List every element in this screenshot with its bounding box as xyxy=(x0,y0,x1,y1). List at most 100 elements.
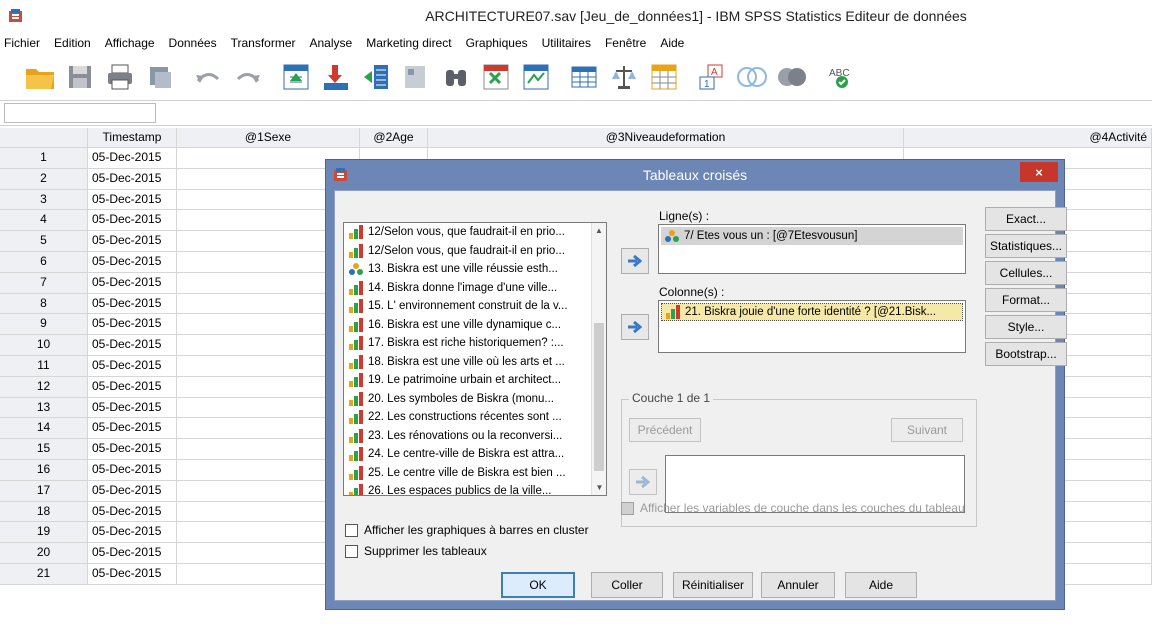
column-header-niveau[interactable]: @3Niveaudeformation xyxy=(428,128,904,147)
variable-list-item[interactable]: 23. Les rénovations ou la reconversi... xyxy=(344,427,590,446)
ok-button[interactable]: OK xyxy=(501,572,575,598)
menu-donnees[interactable]: Données xyxy=(162,36,224,50)
row-number[interactable]: 15 xyxy=(0,439,88,459)
cell-timestamp[interactable]: 05-Dec-2015 xyxy=(88,543,177,563)
cell-timestamp[interactable]: 05-Dec-2015 xyxy=(88,189,177,210)
cells-button[interactable]: Cellules... xyxy=(985,261,1067,285)
menu-edition[interactable]: Edition xyxy=(47,36,98,50)
row-number[interactable]: 17 xyxy=(0,480,88,501)
cell-timestamp[interactable]: 05-Dec-2015 xyxy=(88,501,177,522)
dialog-recall-icon[interactable] xyxy=(142,59,178,95)
variable-list-item[interactable]: 15. L' environnement construit de la v..… xyxy=(344,297,590,316)
menu-affichage[interactable]: Affichage xyxy=(98,36,162,50)
style-button[interactable]: Style... xyxy=(985,315,1067,339)
row-number[interactable]: 6 xyxy=(0,251,88,272)
row-number[interactable]: 12 xyxy=(0,376,88,397)
format-button[interactable]: Format... xyxy=(985,288,1067,312)
goto-case-icon[interactable] xyxy=(278,59,314,95)
weight-cases-icon[interactable] xyxy=(606,59,642,95)
show-all-variables-icon[interactable] xyxy=(774,59,810,95)
cell-timestamp[interactable]: 05-Dec-2015 xyxy=(88,480,177,501)
variable-list-item[interactable]: 14. Biskra donne l'image d'une ville... xyxy=(344,279,590,298)
next-layer-button[interactable]: Suivant xyxy=(891,418,963,442)
close-icon[interactable]: × xyxy=(1020,162,1058,182)
columns-target-item[interactable]: 21. Biskra jouie d'une forte identité ? … xyxy=(661,303,963,321)
row-number[interactable]: 1 xyxy=(0,148,88,168)
row-number[interactable]: 10 xyxy=(0,335,88,355)
cell-timestamp[interactable]: 05-Dec-2015 xyxy=(88,418,177,439)
bootstrap-button[interactable]: Bootstrap... xyxy=(985,342,1067,366)
checkbox-box[interactable] xyxy=(621,501,634,515)
menu-utilitaires[interactable]: Utilitaires xyxy=(535,36,598,50)
cancel-button[interactable]: Annuler xyxy=(761,572,835,598)
row-number[interactable]: 3 xyxy=(0,189,88,210)
help-button[interactable]: Aide xyxy=(845,572,917,598)
menu-analyse[interactable]: Analyse xyxy=(303,36,360,50)
checkbox-box[interactable] xyxy=(345,523,358,537)
variable-list-item[interactable]: 12/Selon vous, que faudrait-il en prio..… xyxy=(344,223,590,242)
exact-button[interactable]: Exact... xyxy=(985,207,1067,231)
cell-timestamp[interactable]: 05-Dec-2015 xyxy=(88,231,177,251)
row-number[interactable]: 19 xyxy=(0,522,88,543)
menu-marketing-direct[interactable]: Marketing direct xyxy=(359,36,458,50)
column-header-age[interactable]: @2Age xyxy=(360,128,428,147)
menu-fichier[interactable]: Fichier xyxy=(0,36,47,50)
row-number[interactable]: 13 xyxy=(0,397,88,418)
variable-list-item[interactable]: 18. Biskra est une ville où les arts et … xyxy=(344,353,590,372)
find-icon[interactable] xyxy=(438,59,474,95)
insert-cases-icon[interactable] xyxy=(478,59,514,95)
show-layer-variables-checkbox[interactable]: Afficher les variables de couche dans le… xyxy=(621,501,965,515)
row-number[interactable]: 4 xyxy=(0,210,88,231)
scrollbar-thumb[interactable] xyxy=(594,323,604,471)
variable-list-item[interactable]: 25. Le centre ville de Biskra est bien .… xyxy=(344,464,590,483)
select-cases-icon[interactable] xyxy=(646,59,682,95)
cell-timestamp[interactable]: 05-Dec-2015 xyxy=(88,376,177,397)
cell-content-box[interactable] xyxy=(158,103,1148,123)
cluster-bar-charts-checkbox[interactable]: Afficher les graphiques à barres en clus… xyxy=(345,523,589,537)
value-labels-icon[interactable]: A1 xyxy=(694,59,730,95)
redo-icon[interactable] xyxy=(230,59,266,95)
column-header-activite[interactable]: @4Activité xyxy=(904,128,1152,147)
paste-button[interactable]: Coller xyxy=(591,572,663,598)
columns-target-list[interactable]: 21. Biskra jouie d'une forte identité ? … xyxy=(658,300,966,353)
menu-transformer[interactable]: Transformer xyxy=(224,36,303,50)
cell-timestamp[interactable]: 05-Dec-2015 xyxy=(88,293,177,314)
menu-graphiques[interactable]: Graphiques xyxy=(459,36,535,50)
suppress-tables-checkbox[interactable]: Supprimer les tableaux xyxy=(345,544,487,558)
column-header-sexe[interactable]: @1Sexe xyxy=(177,128,360,147)
undo-icon[interactable] xyxy=(190,59,226,95)
variable-list-item[interactable]: 16. Biskra est une ville dynamique c... xyxy=(344,316,590,335)
scroll-down-icon[interactable]: ▼ xyxy=(592,480,606,495)
variable-list-item[interactable]: 20. Les symboles de Biskra (monu... xyxy=(344,390,590,409)
rows-target-item[interactable]: 7/ Etes vous un : [@7Etesvousun] xyxy=(661,227,963,245)
row-number[interactable]: 21 xyxy=(0,563,88,584)
cell-timestamp[interactable]: 05-Dec-2015 xyxy=(88,210,177,231)
menu-fenetre[interactable]: Fenêtre xyxy=(598,36,653,50)
row-number[interactable]: 5 xyxy=(0,231,88,251)
cell-timestamp[interactable]: 05-Dec-2015 xyxy=(88,459,177,480)
print-icon[interactable] xyxy=(102,59,138,95)
row-number[interactable]: 9 xyxy=(0,314,88,335)
variables-icon[interactable] xyxy=(358,59,394,95)
variable-list-item[interactable]: 22. Les constructions récentes sont ... xyxy=(344,408,590,427)
cell-timestamp[interactable]: 05-Dec-2015 xyxy=(88,439,177,459)
move-to-rows-button[interactable] xyxy=(621,248,649,274)
cell-timestamp[interactable]: 05-Dec-2015 xyxy=(88,397,177,418)
scroll-up-icon[interactable]: ▲ xyxy=(592,223,606,238)
statistics-button[interactable]: Statistiques... xyxy=(985,234,1067,258)
goto-variable-icon[interactable] xyxy=(318,59,354,95)
run-descriptive-icon[interactable] xyxy=(398,59,434,95)
row-number[interactable]: 7 xyxy=(0,272,88,293)
row-number[interactable]: 20 xyxy=(0,543,88,563)
cell-timestamp[interactable]: 05-Dec-2015 xyxy=(88,335,177,355)
row-number[interactable]: 8 xyxy=(0,293,88,314)
row-number[interactable]: 16 xyxy=(0,459,88,480)
insert-variable-icon[interactable] xyxy=(518,59,554,95)
cell-timestamp[interactable]: 05-Dec-2015 xyxy=(88,251,177,272)
spell-check-icon[interactable]: ABC xyxy=(822,59,858,95)
rows-target-list[interactable]: 7/ Etes vous un : [@7Etesvousun] xyxy=(658,224,966,274)
move-to-columns-button[interactable] xyxy=(621,314,649,340)
row-number[interactable]: 11 xyxy=(0,355,88,376)
row-number[interactable]: 18 xyxy=(0,501,88,522)
corner-cell[interactable] xyxy=(0,128,88,147)
